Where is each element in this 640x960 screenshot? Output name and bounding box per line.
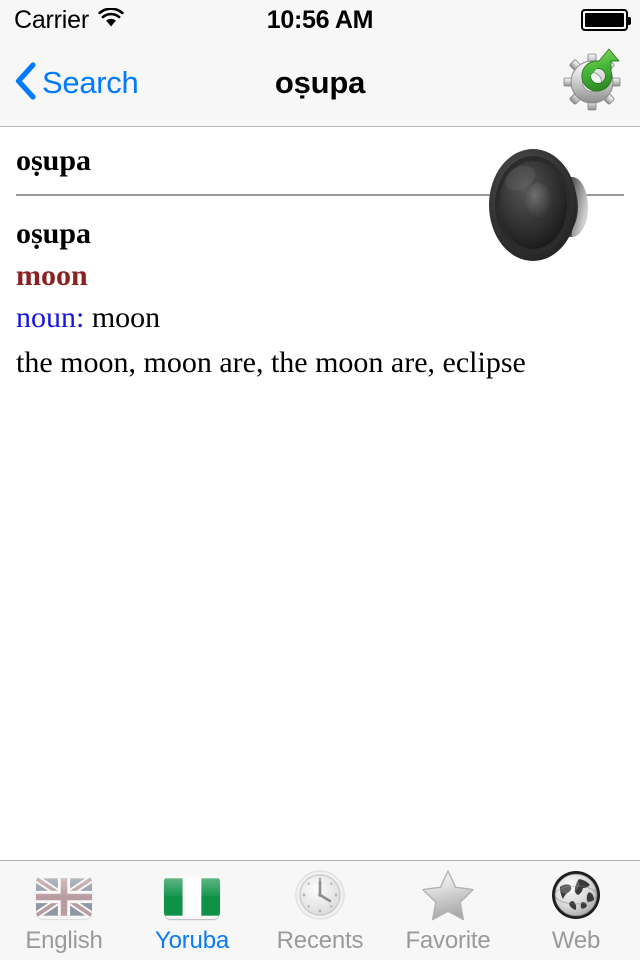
status-bar: Carrier 10:56 AM [0, 0, 640, 40]
battery-full-icon [581, 9, 631, 31]
tab-icon-wrap [292, 869, 348, 923]
sense-line: noun: moon [16, 301, 624, 335]
status-time: 10:56 AM [266, 5, 374, 34]
status-bar-right [581, 0, 631, 40]
navigation-bar: Search oṣupa [0, 40, 640, 127]
nigeria-flag-icon [164, 875, 220, 919]
globe-icon [549, 868, 603, 927]
settings-update-button[interactable] [562, 40, 628, 126]
uk-flag-icon [36, 875, 92, 919]
app-root: Carrier 10:56 AM Search oṣupa oṣupa oṣup… [0, 0, 640, 960]
tab-english[interactable]: English [0, 861, 128, 960]
part-of-speech-label: noun: [16, 301, 85, 335]
tab-label-english: English [25, 927, 103, 954]
page-title: oṣupa [274, 65, 366, 100]
tab-favorite[interactable]: Favorite [384, 861, 512, 960]
speaker-icon [486, 144, 598, 266]
entry-content: oṣupa oṣupa moon noun: moon the moon, mo… [0, 127, 640, 860]
sense-gloss: moon [91, 301, 161, 335]
tab-label-favorite: Favorite [405, 927, 491, 954]
tab-icon-wrap [164, 871, 220, 923]
tab-icon-wrap [36, 871, 92, 923]
tab-icon-wrap [548, 870, 604, 923]
tab-bar: English Yoruba Recents Favorite Web [0, 860, 640, 960]
tab-label-yoruba: Yoruba [155, 927, 229, 954]
tab-web[interactable]: Web [512, 861, 640, 960]
clock-icon [293, 868, 347, 927]
tab-recents[interactable]: Recents [256, 861, 384, 960]
star-icon [420, 868, 476, 927]
tab-label-recents: Recents [276, 927, 364, 954]
tab-yoruba[interactable]: Yoruba [128, 861, 256, 960]
examples-line: the moon, moon are, the moon are, eclips… [16, 345, 526, 379]
tab-icon-wrap [420, 869, 476, 923]
pronounce-audio-button[interactable] [486, 144, 598, 266]
sense-gloss-spacer [84, 301, 92, 334]
gear-refresh-icon [562, 48, 628, 119]
tab-label-web: Web [551, 927, 601, 954]
